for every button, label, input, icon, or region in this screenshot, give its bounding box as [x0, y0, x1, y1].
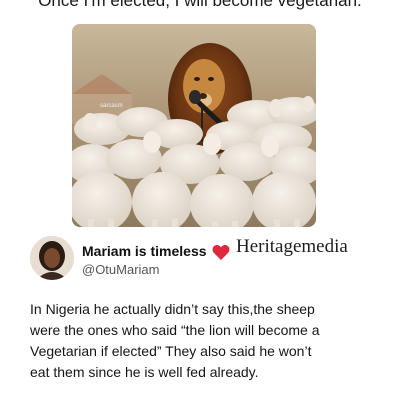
meme-caption: Once I'm elected, I will become vegetari…	[38, 0, 362, 10]
post-body-line: Vegetarian if elected” They also said he…	[30, 343, 312, 359]
meme-photo[interactable]	[72, 24, 316, 227]
watermark: Heritagemedia	[236, 236, 348, 257]
user-handle[interactable]: @OtuMariam	[82, 262, 160, 277]
post-body: In Nigeria he actually didn’t say this,t…	[30, 299, 380, 383]
lion-sheep-illustration	[72, 24, 316, 227]
post-header: Mariam is timeless Heritagemedia @OtuMar…	[30, 236, 370, 286]
heart-icon	[212, 245, 230, 260]
avatar[interactable]	[30, 236, 74, 280]
post-body-line: were the ones who said “the lion will be…	[30, 322, 320, 338]
post-body-line: In Nigeria he actually didn’t say this,t…	[30, 301, 315, 317]
post-body-line: eat them since he is well fed already.	[30, 364, 259, 380]
sarcasm-tag: sarcasm	[100, 103, 123, 109]
avatar-portrait	[30, 236, 74, 280]
display-name[interactable]: Mariam is timeless	[82, 243, 207, 259]
